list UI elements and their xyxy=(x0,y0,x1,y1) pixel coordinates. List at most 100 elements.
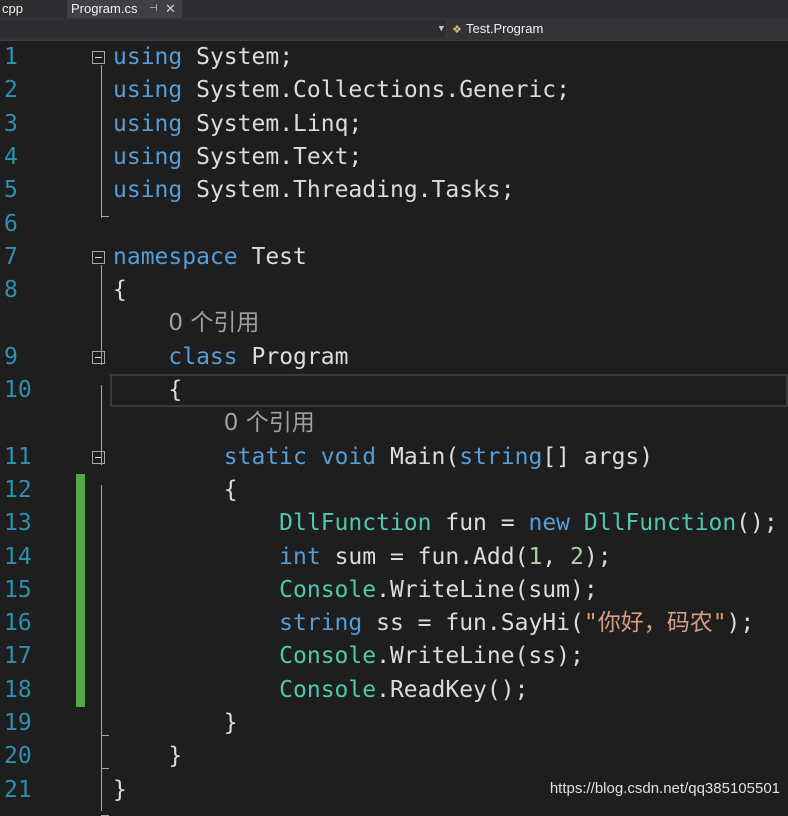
code-token: { xyxy=(113,277,127,304)
line-number: 20 xyxy=(4,743,32,770)
tab-program-cs[interactable]: Program.cs ⊣ ✕ xyxy=(67,0,182,18)
code-line[interactable]: class Program xyxy=(113,341,348,374)
code-token: string xyxy=(459,443,543,470)
code-token: ss = fun.SayHi( xyxy=(376,610,584,637)
code-token: using xyxy=(113,110,183,137)
code-token: DllFunction xyxy=(279,510,432,537)
code-line[interactable]: using System.Threading.Tasks; xyxy=(113,174,515,207)
outline-guide-end xyxy=(101,215,109,217)
member-label: Test.Program xyxy=(466,21,544,36)
code-token: 2 xyxy=(570,543,584,570)
code-editor[interactable]: 1 using System; 2 using System.Collections.… xyxy=(0,41,788,816)
tab-cpp[interactable]: cpp xyxy=(0,0,25,18)
code-token: .WriteLine(ss); xyxy=(376,643,584,670)
code-line[interactable]: { xyxy=(113,274,127,307)
type-dropdown[interactable]: ▼ xyxy=(0,20,447,38)
line-number: 17 xyxy=(4,643,32,670)
outline-guide xyxy=(101,65,102,219)
code-token: using xyxy=(113,177,183,204)
line-number: 2 xyxy=(4,77,18,104)
code-line[interactable]: using System.Text; xyxy=(113,141,362,174)
collapse-outline-icon[interactable] xyxy=(92,51,105,64)
code-token: } xyxy=(113,710,238,736)
member-dropdown[interactable]: ❖ Test.Program xyxy=(452,20,543,38)
code-line[interactable]: static void Main(string[] args) xyxy=(113,441,653,474)
code-line[interactable]: { xyxy=(113,474,238,507)
code-line[interactable]: using System.Linq; xyxy=(113,108,362,141)
collapse-outline-icon[interactable] xyxy=(92,450,105,464)
line-number: 6 xyxy=(4,210,18,237)
code-token: ); xyxy=(726,610,755,637)
close-icon[interactable]: ✕ xyxy=(165,0,176,17)
code-token: Console xyxy=(279,576,377,603)
line-number: 11 xyxy=(4,443,32,470)
watermark: https://blog.csdn.net/qq385105501 xyxy=(549,780,780,797)
code-token: namespace xyxy=(113,243,238,270)
code-line[interactable]: Console.ReadKey(); xyxy=(113,674,528,707)
code-line[interactable]: DllFunction fun = new DllFunction(); xyxy=(113,507,778,540)
code-token: System.Linq; xyxy=(196,110,363,137)
code-token: 1 xyxy=(528,543,543,570)
chevron-down-icon: ▼ xyxy=(438,24,444,34)
code-token: "你好，码农" xyxy=(583,610,727,637)
line-number: 18 xyxy=(4,676,32,703)
code-token: [] args) xyxy=(542,443,654,470)
reference-count-link[interactable]: 0 个引用 xyxy=(168,310,259,336)
line-number: 7 xyxy=(4,243,18,270)
code-line[interactable]: string ss = fun.SayHi("你好，码农"); xyxy=(113,607,754,640)
code-token: Test xyxy=(251,243,307,270)
code-line[interactable]: Console.WriteLine(sum); xyxy=(113,574,598,607)
code-token: } xyxy=(113,743,183,770)
code-line[interactable]: using System; xyxy=(113,41,293,74)
code-line[interactable]: } xyxy=(113,740,182,773)
code-token: , xyxy=(542,543,557,570)
code-line[interactable]: int sum = fun.Add(1, 2); xyxy=(113,541,611,574)
code-token: Console xyxy=(279,643,377,670)
code-token: using xyxy=(113,44,183,70)
line-number: 21 xyxy=(4,776,32,803)
reference-count-link[interactable]: 0 个引用 xyxy=(224,410,315,436)
line-number: 10 xyxy=(4,377,32,403)
code-line[interactable]: namespace Test xyxy=(113,241,307,274)
line-number: 5 xyxy=(4,177,18,204)
code-token: .WriteLine(sum); xyxy=(376,576,598,603)
code-line[interactable]: } xyxy=(113,707,238,740)
code-token: System.Text; xyxy=(196,143,363,170)
line-number: 15 xyxy=(4,576,32,603)
code-token: Program xyxy=(251,343,349,370)
line-number: 1 xyxy=(4,44,18,70)
code-token: new xyxy=(528,510,571,537)
line-number: 19 xyxy=(4,710,32,736)
code-token: sum = fun.Add( xyxy=(334,543,529,570)
code-line[interactable]: } xyxy=(113,774,127,807)
current-line-highlight xyxy=(110,374,788,408)
code-line[interactable]: Console.WriteLine(ss); xyxy=(113,640,584,673)
line-number: 16 xyxy=(4,610,32,637)
code-token: static xyxy=(223,443,307,470)
code-token: string xyxy=(279,610,363,637)
code-token: using xyxy=(113,77,183,104)
code-token: using xyxy=(113,143,183,170)
code-line[interactable]: { xyxy=(113,374,182,407)
code-token: Main( xyxy=(389,443,460,470)
code-token: System.Collections.Generic; xyxy=(196,77,570,104)
collapse-outline-icon[interactable] xyxy=(92,250,105,264)
class-icon: ❖ xyxy=(452,24,462,36)
pin-icon[interactable]: ⊣ xyxy=(149,0,158,17)
code-line[interactable]: 0 个引用 xyxy=(113,407,315,440)
line-number: 13 xyxy=(4,510,32,537)
code-line[interactable]: 0 个引用 xyxy=(113,307,259,340)
code-line[interactable]: using System.Collections.Generic; xyxy=(113,74,570,107)
code-token: System.Threading.Tasks; xyxy=(196,177,515,204)
collapse-outline-icon[interactable] xyxy=(92,350,105,364)
navigation-bar: ▼ ❖ Test.Program xyxy=(0,18,788,41)
